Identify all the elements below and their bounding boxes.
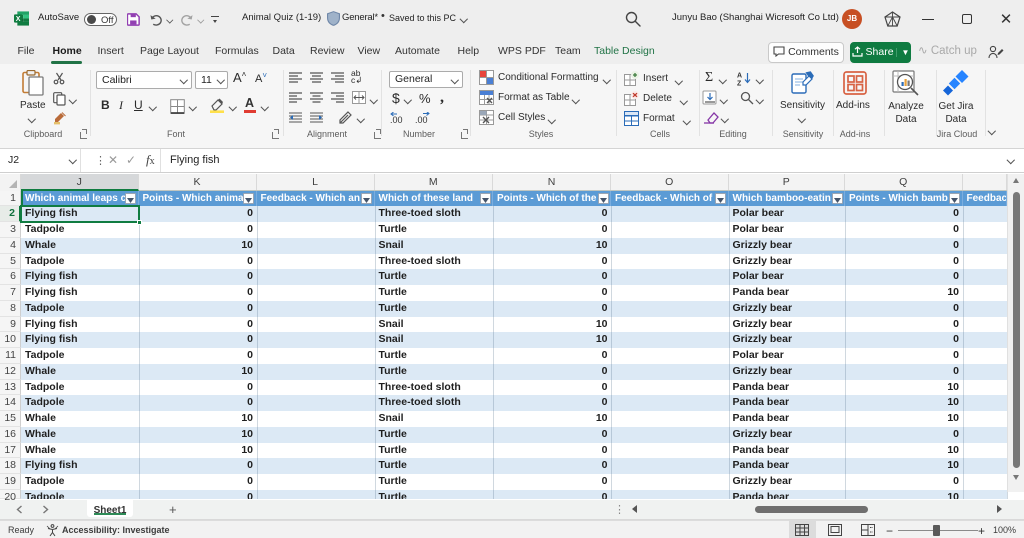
svg-text:Z: Z	[737, 81, 742, 87]
svg-text:.00: .00	[415, 115, 428, 125]
svg-text:X: X	[16, 15, 21, 23]
svg-text:A: A	[737, 73, 742, 80]
svg-text:.00: .00	[390, 115, 403, 125]
